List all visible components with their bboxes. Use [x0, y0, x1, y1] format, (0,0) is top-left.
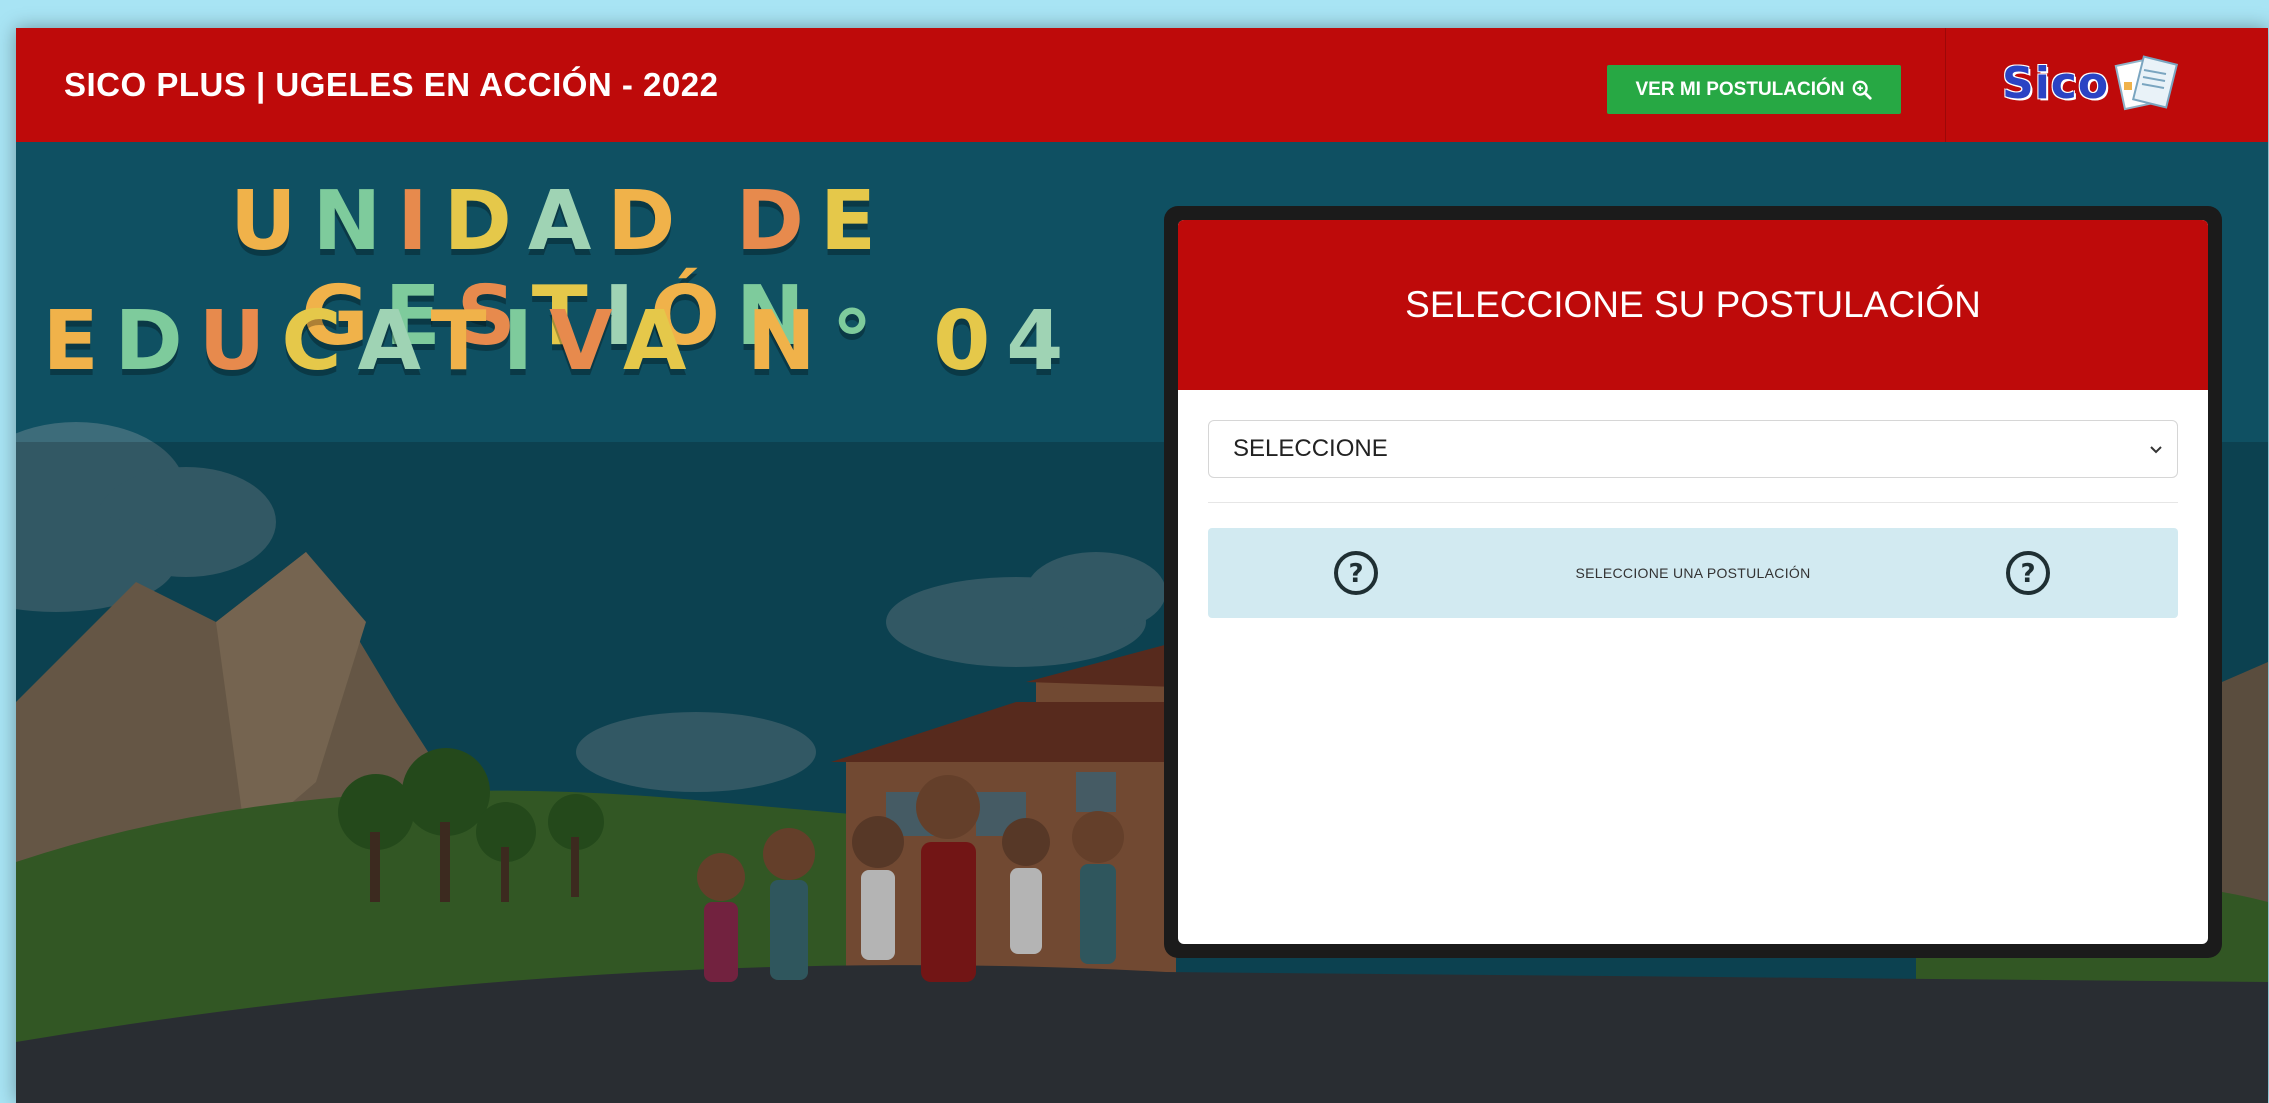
- postulacion-panel: SELECCIONE SU POSTULACIÓN SELECCIONE ? S…: [1178, 220, 2208, 944]
- info-alert: ? SELECCIONE UNA POSTULACIÓN ?: [1208, 528, 2178, 618]
- postulacion-select[interactable]: SELECCIONE: [1208, 420, 2178, 478]
- postulacion-select-value: SELECCIONE: [1233, 435, 1388, 462]
- headline-line-2: EDUCATIVA N° 04: [42, 294, 1080, 389]
- top-navbar: SICO PLUS | UGELES EN ACCIÓN - 2022 VER …: [16, 28, 2268, 142]
- zoom-in-icon: [1852, 80, 1872, 100]
- browser-viewport: SICO PLUS | UGELES EN ACCIÓN - 2022 VER …: [16, 28, 2268, 1103]
- panel-title: SELECCIONE SU POSTULACIÓN: [1178, 220, 2208, 390]
- sico-logo-text: Sico: [2002, 58, 2110, 109]
- ver-mi-postulacion-button[interactable]: VER MI POSTULACIÓN: [1607, 65, 1901, 114]
- navbar-divider: [1945, 28, 1946, 142]
- svg-text:?: ?: [2020, 559, 2035, 589]
- site-title: SICO PLUS | UGELES EN ACCIÓN - 2022: [64, 66, 719, 103]
- chevron-down-icon: [2150, 446, 2162, 454]
- question-circle-icon: ?: [2006, 551, 2050, 595]
- sico-logo[interactable]: Sico: [2002, 52, 2182, 122]
- panel-divider: [1208, 502, 2178, 503]
- ver-mi-postulacion-label: VER MI POSTULACIÓN: [1635, 78, 1845, 100]
- documents-icon: [2114, 55, 2179, 111]
